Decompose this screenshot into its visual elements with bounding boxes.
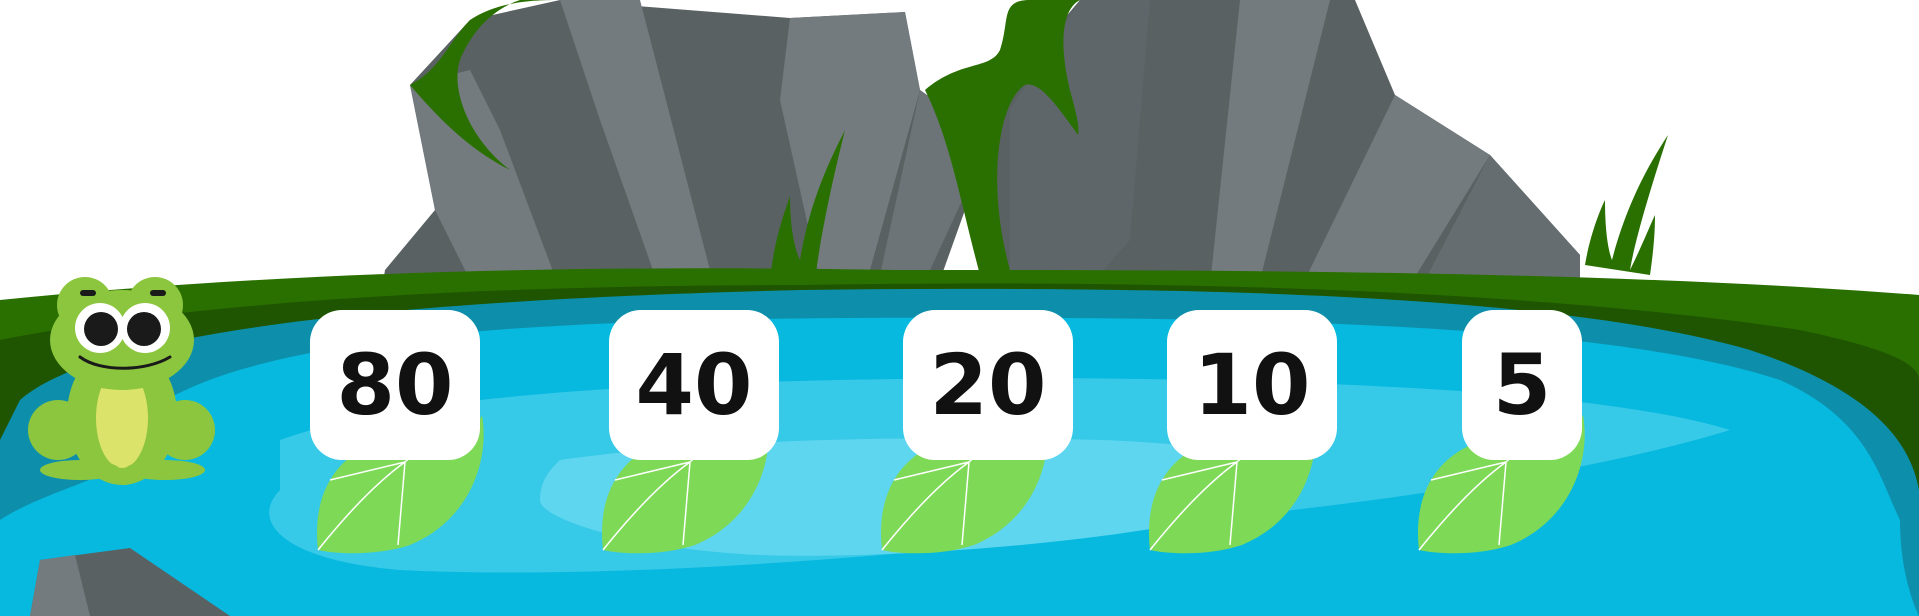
rock-right-icon [925,0,1580,300]
number-card-5[interactable]: 5 [1462,310,1582,460]
number-card-40[interactable]: 40 [609,310,779,460]
game-scene: 80 40 20 10 5 [0,0,1919,616]
number-card-20[interactable]: 20 [903,310,1073,460]
number-card-10[interactable]: 10 [1167,310,1337,460]
number-card-80[interactable]: 80 [310,310,480,460]
rock-left-icon [380,0,990,300]
pond-background [0,0,1919,616]
